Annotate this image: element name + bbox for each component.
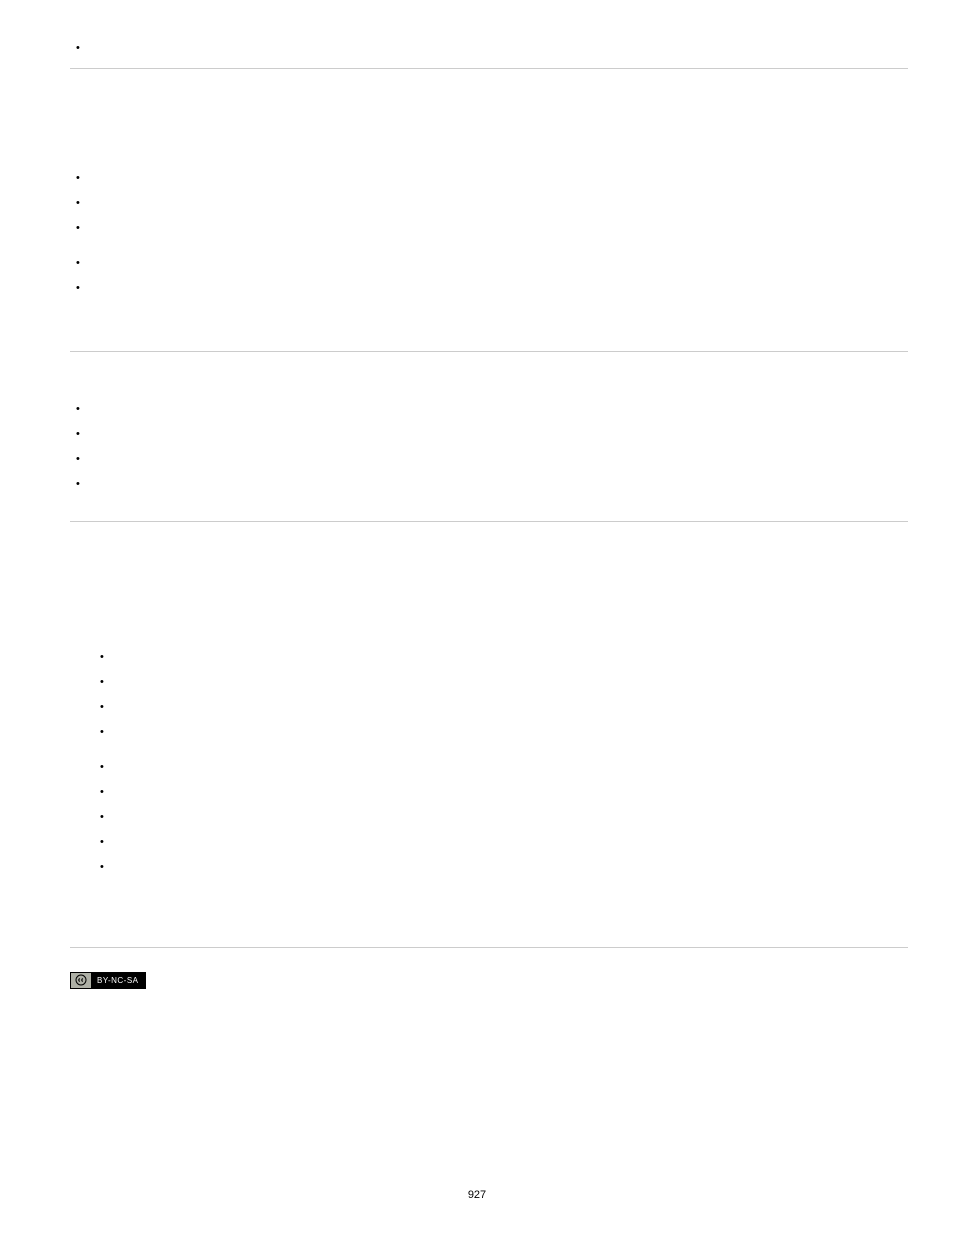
- section-title: [70, 93, 908, 105]
- list-item: [70, 171, 908, 187]
- list-item: [70, 196, 908, 212]
- list-item: [94, 760, 908, 776]
- divider: [70, 521, 908, 522]
- divider: [70, 68, 908, 69]
- section-3: [70, 546, 908, 919]
- section-1: [70, 93, 908, 323]
- list-item: [94, 785, 908, 801]
- list-item: [70, 402, 908, 418]
- section-intro: [70, 145, 908, 157]
- list-item: [70, 221, 908, 237]
- cc-badge[interactable]: BY-NC-SA: [70, 972, 146, 989]
- list-item: [94, 650, 908, 666]
- section-sub: [70, 598, 908, 610]
- inner-list: [70, 650, 908, 741]
- inner-list: [70, 402, 908, 493]
- list-item: [94, 860, 908, 876]
- license-badge[interactable]: BY-NC-SA: [70, 972, 908, 990]
- inner-list: [70, 171, 908, 237]
- inner-list: [70, 256, 908, 297]
- section-tail: [70, 907, 908, 919]
- section-title: [70, 546, 908, 558]
- divider: [70, 947, 908, 948]
- list-item: [70, 256, 908, 272]
- list-item: [94, 700, 908, 716]
- section-sub: [70, 119, 908, 131]
- cc-icon: [71, 973, 91, 988]
- list-item: [94, 810, 908, 826]
- divider: [70, 351, 908, 352]
- list-item: [94, 835, 908, 851]
- list-item: [94, 675, 908, 691]
- list-item: [70, 427, 908, 443]
- section-2: [70, 376, 908, 493]
- list-item: [94, 725, 908, 741]
- page-number: 927: [0, 1189, 954, 1201]
- cc-text: BY-NC-SA: [91, 973, 145, 988]
- list-item: [70, 452, 908, 468]
- list-item: [70, 477, 908, 493]
- list-item: [70, 281, 908, 297]
- section-tail: [70, 311, 908, 323]
- section-sub: [70, 572, 908, 584]
- section-title: [70, 376, 908, 388]
- inner-list: [70, 760, 908, 876]
- section-intro: [70, 624, 908, 636]
